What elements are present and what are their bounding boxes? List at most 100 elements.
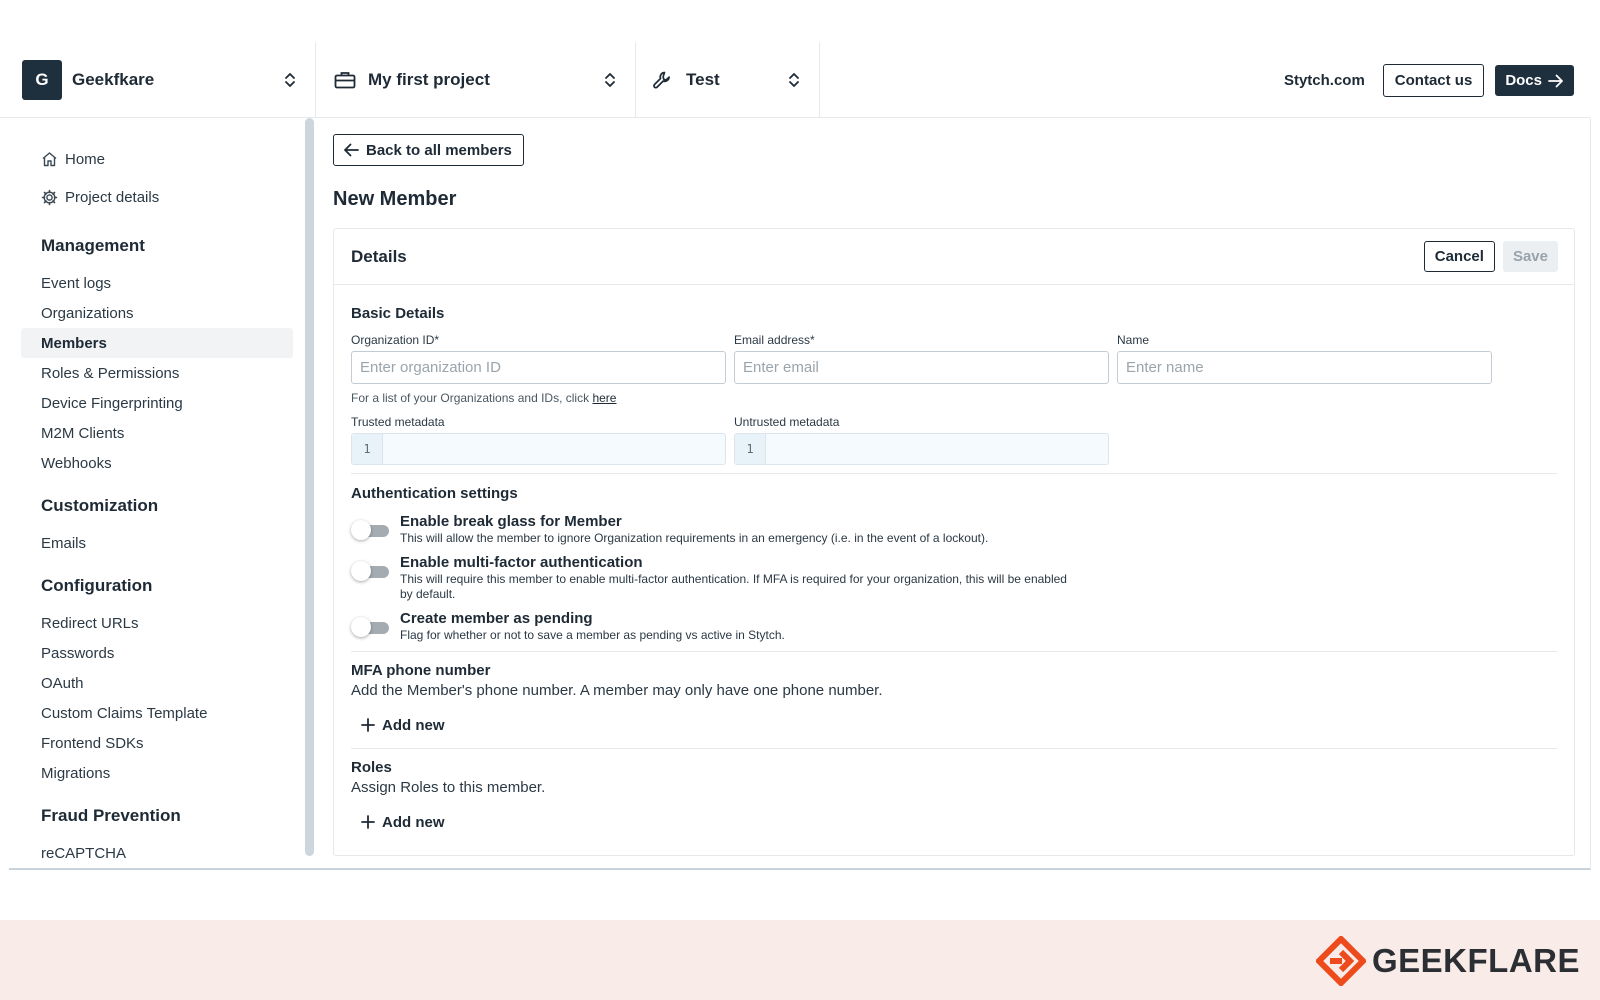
docs-button[interactable]: Docs <box>1495 65 1574 96</box>
contact-us-button[interactable]: Contact us <box>1382 64 1485 97</box>
sidebar-section-customization: Customization <box>41 496 159 515</box>
setting-title: Enable multi-factor authentication <box>400 554 643 571</box>
plus-icon <box>361 718 375 732</box>
geekflare-logo-icon <box>1315 936 1366 986</box>
sidebar: Home Project details Management Event lo… <box>9 118 305 868</box>
name-label: Name <box>1117 333 1150 347</box>
org-id-input[interactable]: Enter organization ID <box>351 351 726 384</box>
back-label: Back to all members <box>366 141 512 159</box>
mfa-phone-description: Add the Member's phone number. A member … <box>351 682 883 699</box>
sidebar-item-m2m-clients[interactable]: M2M Clients <box>21 418 293 448</box>
chevron-up-down-icon <box>283 69 297 91</box>
hint-text: For a list of your Organizations and IDs… <box>351 391 593 405</box>
project-name: My first project <box>368 70 490 89</box>
card-header: Details Cancel Save <box>334 229 1574 285</box>
add-new-label: Add new <box>382 716 445 734</box>
sidebar-item-members[interactable]: Members <box>21 328 293 358</box>
sidebar-item-frontend-sdks[interactable]: Frontend SDKs <box>21 728 293 758</box>
project-switcher[interactable]: My first project <box>316 42 636 118</box>
pending-setting: Create member as pending Flag for whethe… <box>351 610 1557 646</box>
sidebar-item-custom-claims-template[interactable]: Custom Claims Template <box>21 698 293 728</box>
line-number: 1 <box>352 434 383 464</box>
org-name: Geekfkare <box>72 70 155 89</box>
sidebar-section-fraud-prevention: Fraud Prevention <box>41 806 181 825</box>
name-placeholder: Enter name <box>1126 359 1204 376</box>
sidebar-section-configuration: Configuration <box>41 576 153 595</box>
sidebar-item-webhooks[interactable]: Webhooks <box>21 448 293 478</box>
cancel-button[interactable]: Cancel <box>1423 241 1495 272</box>
mfa-setting: Enable multi-factor authentication This … <box>351 554 1557 610</box>
divider <box>351 473 1557 474</box>
add-phone-button[interactable]: Add new <box>351 714 1557 736</box>
sidebar-item-label: Project details <box>65 188 160 206</box>
org-id-placeholder: Enter organization ID <box>360 359 501 376</box>
arrow-left-icon <box>344 143 359 157</box>
environment-switcher[interactable]: Test <box>636 42 820 118</box>
add-new-label: Add new <box>382 813 445 831</box>
page-title: New Member <box>333 188 457 210</box>
setting-title: Enable break glass for Member <box>400 513 622 530</box>
divider <box>351 748 1557 749</box>
org-id-hint: For a list of your Organizations and IDs… <box>351 391 1557 407</box>
basic-details-title: Basic Details <box>351 305 445 322</box>
sidebar-item-device-fingerprinting[interactable]: Device Fingerprinting <box>21 388 293 418</box>
email-label: Email address* <box>734 333 815 347</box>
line-number: 1 <box>735 434 766 464</box>
add-role-button[interactable]: Add new <box>351 811 1557 833</box>
org-avatar: G <box>22 60 62 100</box>
organizations-link[interactable]: here <box>592 391 616 405</box>
setting-title: Create member as pending <box>400 610 593 627</box>
top-actions: Stytch.com Contact us Docs <box>1284 64 1574 97</box>
sidebar-item-project-details[interactable]: Project details <box>21 178 293 216</box>
sidebar-item-oauth[interactable]: OAuth <box>21 668 293 698</box>
card-title: Details <box>351 246 407 266</box>
email-input[interactable]: Enter email <box>734 351 1109 384</box>
top-bar: G Geekfkare My first project Test Stytch… <box>0 42 1590 118</box>
home-icon <box>41 150 59 168</box>
setting-description: This will require this member to enable … <box>400 572 1067 601</box>
untrusted-metadata-label: Untrusted metadata <box>734 415 840 429</box>
org-id-label: Organization ID* <box>351 333 440 347</box>
plus-icon <box>361 815 375 829</box>
setting-description: Flag for whether or not to save a member… <box>400 628 785 642</box>
trusted-metadata-editor[interactable]: 1 <box>351 433 726 465</box>
setting-description: This will allow the member to ignore Org… <box>400 531 989 545</box>
sidebar-scrollbar[interactable] <box>305 118 314 856</box>
sidebar-item-organizations[interactable]: Organizations <box>21 298 293 328</box>
sidebar-item-emails[interactable]: Emails <box>21 528 293 558</box>
chevron-up-down-icon <box>787 69 801 91</box>
arrow-right-icon <box>1548 74 1563 87</box>
save-button[interactable]: Save <box>1502 241 1558 272</box>
stytch-site-link[interactable]: Stytch.com <box>1284 72 1365 89</box>
sidebar-item-event-logs[interactable]: Event logs <box>21 268 293 298</box>
sidebar-item-label: Home <box>65 150 106 168</box>
footer-banner: GEEKFLARE <box>0 920 1600 1000</box>
gear-icon <box>41 188 59 206</box>
sidebar-item-roles-permissions[interactable]: Roles & Permissions <box>21 358 293 388</box>
chevron-up-down-icon <box>603 69 617 91</box>
mfa-phone-title: MFA phone number <box>351 662 491 679</box>
break-glass-toggle[interactable] <box>351 520 389 542</box>
roles-title: Roles <box>351 759 392 776</box>
untrusted-metadata-editor[interactable]: 1 <box>734 433 1109 465</box>
mfa-toggle[interactable] <box>351 561 389 583</box>
details-card: Details Cancel Save Basic Details Organi… <box>333 228 1575 856</box>
sidebar-item-migrations[interactable]: Migrations <box>21 758 293 788</box>
brand-name: GEEKFLARE <box>1371 942 1580 979</box>
sidebar-section-management: Management <box>41 236 145 255</box>
back-to-members-button[interactable]: Back to all members <box>333 134 524 166</box>
name-input[interactable]: Enter name <box>1117 351 1492 384</box>
auth-settings-title: Authentication settings <box>351 485 518 502</box>
wrench-icon <box>652 69 674 91</box>
divider <box>351 651 1557 652</box>
sidebar-item-passwords[interactable]: Passwords <box>21 638 293 668</box>
sidebar-item-recaptcha[interactable]: reCAPTCHA <box>21 838 293 868</box>
sidebar-item-redirect-urls[interactable]: Redirect URLs <box>21 608 293 638</box>
main-content: Back to all members New Member Details C… <box>333 134 1575 856</box>
trusted-metadata-label: Trusted metadata <box>351 415 445 429</box>
environment-name: Test <box>686 70 720 89</box>
break-glass-setting: Enable break glass for Member This will … <box>351 513 1557 554</box>
sidebar-item-home[interactable]: Home <box>21 140 293 178</box>
organization-switcher[interactable]: G Geekfkare <box>0 42 316 118</box>
pending-toggle[interactable] <box>351 617 389 639</box>
